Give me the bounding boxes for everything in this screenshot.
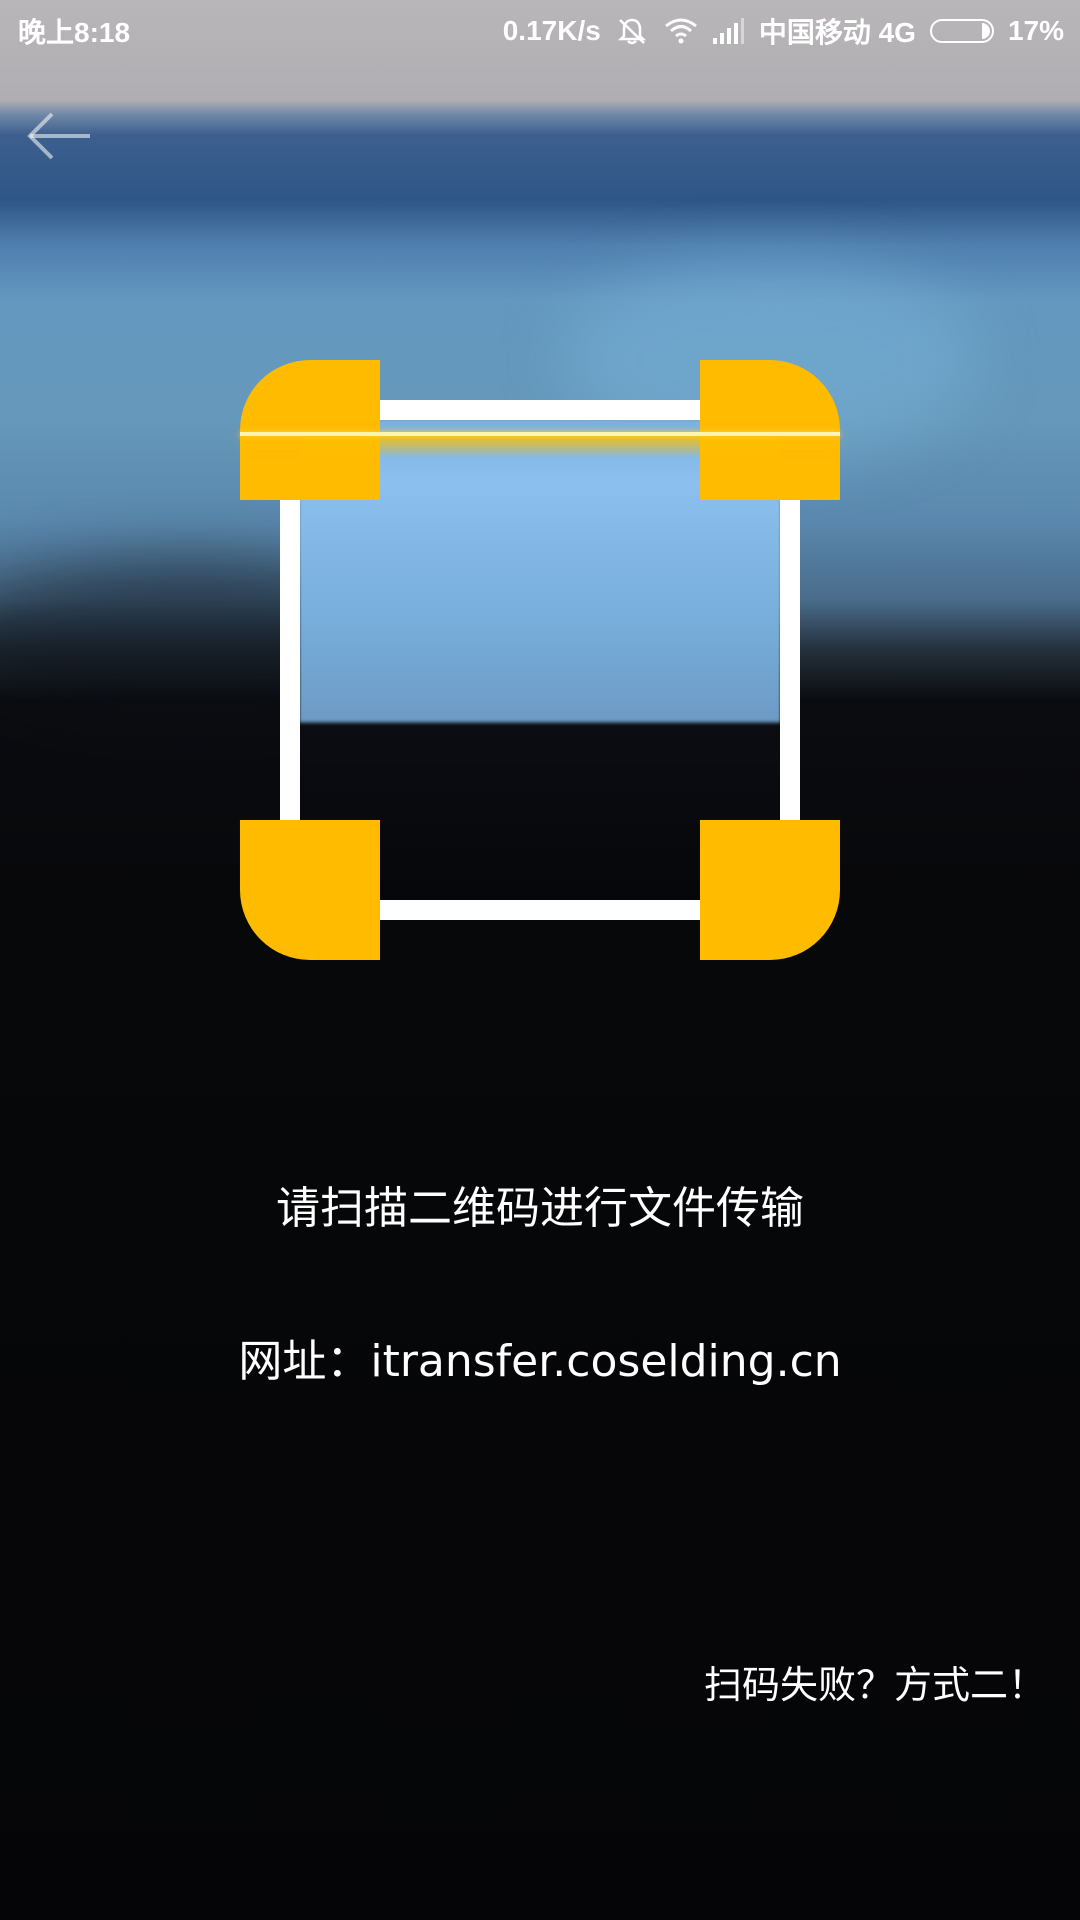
network-speed: 0.17K/s [502,15,601,46]
signal-icon [711,16,745,46]
status-indicators: 0.17K/s 中国移动 4G 17% [503,11,1064,51]
corner-bottom-left [240,820,380,960]
corner-top-left [240,360,380,500]
carrier-label: 中国移动 4G [758,17,916,48]
scan-hint-text: 请扫描二维码进行文件传输 [276,1183,804,1234]
status-bar: 晚上8:18 0.17K/s 中国移动 4G 17% [0,0,1080,60]
alternative-method-link[interactable]: 扫码失败？方式二！ [704,1654,1046,1709]
website-url-text: 网址：itransfer.coselding.cn [238,1336,842,1387]
corner-top-right [700,360,840,500]
scan-line [240,432,840,436]
scan-line-glow [300,436,780,458]
status-time: 晚上8:18 [18,17,131,48]
mute-bell-icon [615,16,649,46]
arrow-left-icon [27,112,90,160]
scan-viewfinder [240,360,840,960]
battery-icon [929,19,994,43]
camera-preview [0,0,1080,1920]
battery-percent: 17% [1007,15,1064,46]
scanner-screen: 晚上8:18 0.17K/s 中国移动 4G 17% 请扫描二维码进行文件传输 … [0,0,1080,1920]
back-button[interactable] [20,105,100,175]
wifi-icon [663,16,697,46]
corner-bottom-right [700,820,840,960]
